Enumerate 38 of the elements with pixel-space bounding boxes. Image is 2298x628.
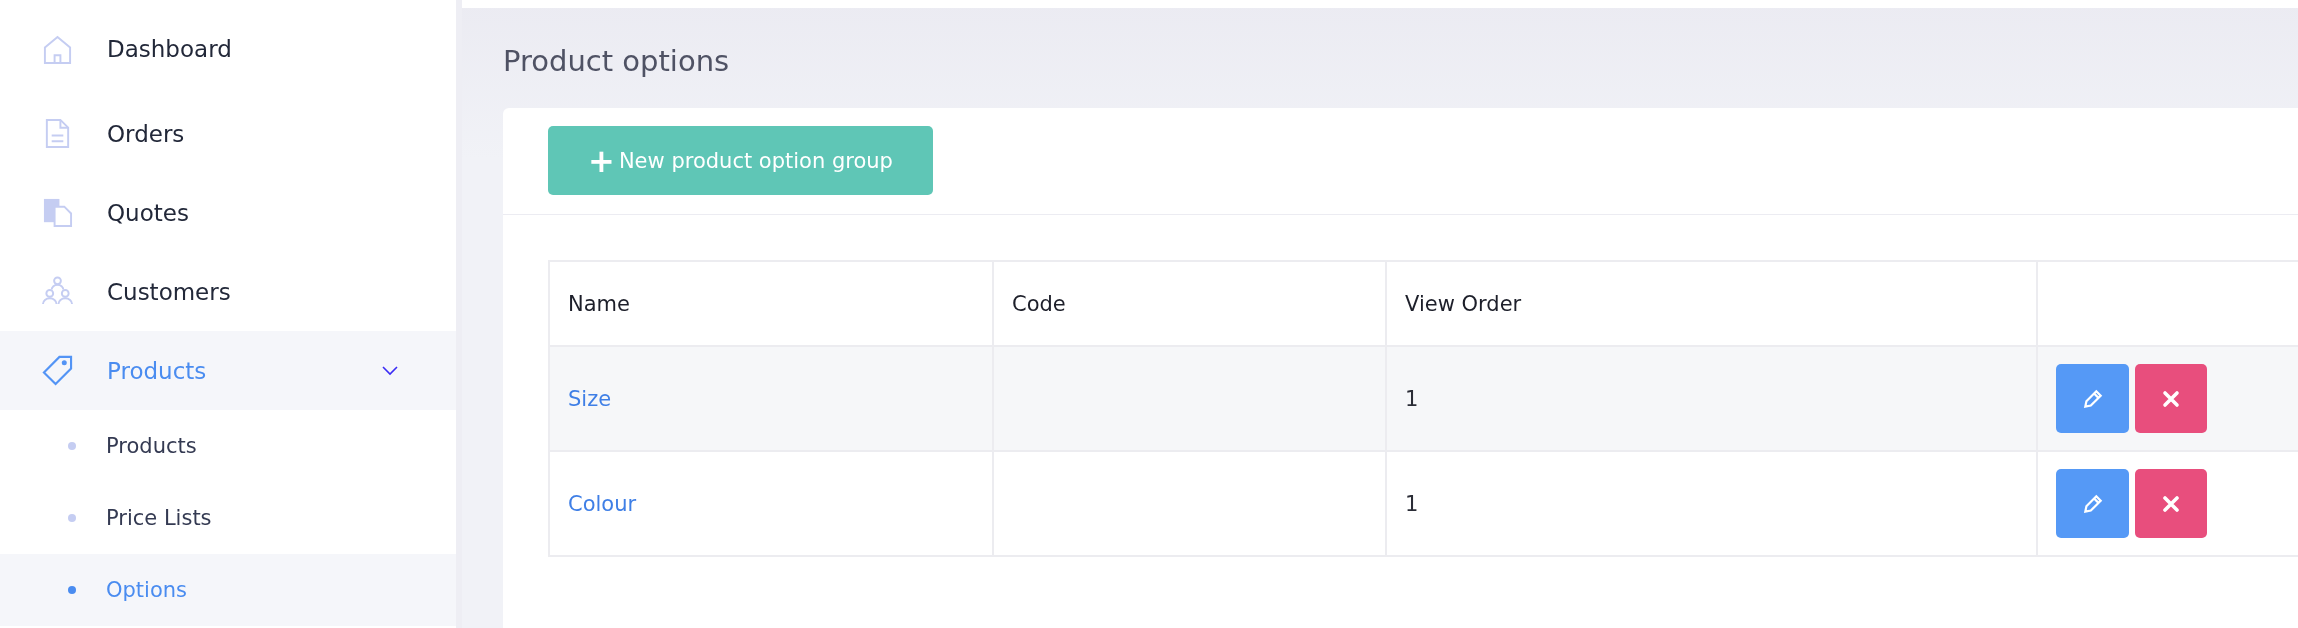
pencil-icon [2081,492,2104,515]
nav-label: Products [107,357,208,384]
column-header: View Order [1386,261,2037,346]
nav-label: Customers [107,278,232,305]
delete-button[interactable] [2135,364,2207,433]
close-icon [2161,388,2181,409]
submenu-item[interactable]: Price Lists [0,482,456,554]
copies-icon [42,197,73,228]
chevron-icon[interactable] [382,365,398,376]
submenu-item[interactable]: Products [0,410,456,482]
nav-item[interactable]: Quotes [0,173,456,252]
nav-item[interactable]: Orders [0,94,456,173]
bullet-icon [68,514,76,522]
close-icon [2161,493,2181,514]
delete-button[interactable] [2135,469,2207,538]
bullet-icon [68,442,76,450]
edit-button[interactable] [2056,469,2129,538]
nav-item[interactable]: Dashboard [0,4,456,94]
pencil-icon [2081,387,2104,410]
table-cell: 1 [1405,386,1419,411]
nav-label: Quotes [107,199,190,226]
tag-icon [42,355,73,386]
submenu-label: Products [106,434,197,458]
nav-label: Dashboard [107,36,233,62]
column-header: Name [549,261,993,346]
nav-label: Orders [107,120,186,147]
bullet-icon [68,586,76,594]
edit-button[interactable] [2056,364,2129,433]
table-cell: 1 [1405,491,1419,516]
column-header: Code [993,261,1386,346]
house-icon [42,33,73,65]
people-icon [42,276,73,307]
name-link[interactable]: Colour [568,491,637,516]
nav-item[interactable]: Customers [0,252,456,331]
submenu-label: Price Lists [106,506,212,530]
name-link[interactable]: Size [568,386,612,411]
submenu-label: Options [106,578,188,602]
page-title: Product options [503,44,731,78]
